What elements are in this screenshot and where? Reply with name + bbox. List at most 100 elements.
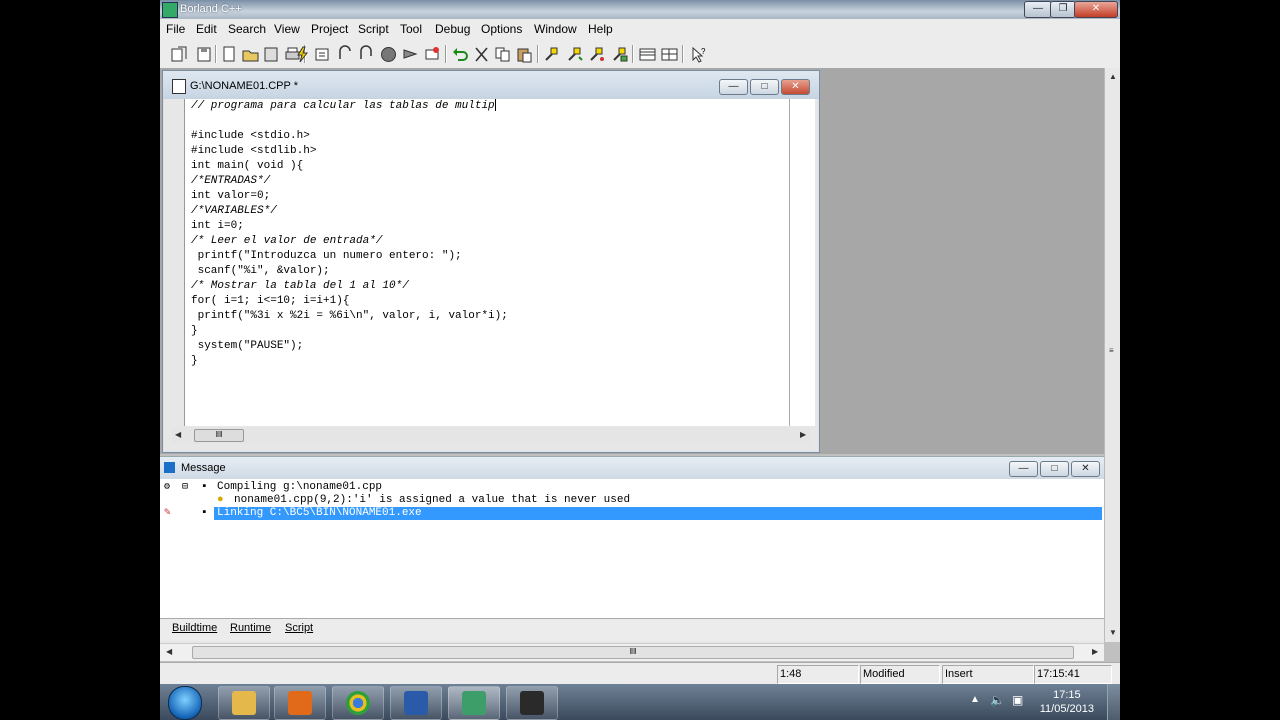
maximize-button[interactable]: ❐ (1050, 1, 1076, 18)
menu-options[interactable]: Options (481, 22, 522, 36)
run-to-icon[interactable] (400, 44, 421, 65)
code-line: int i=0; (191, 220, 244, 232)
open-file-icon[interactable] (240, 44, 261, 65)
editor-vertical-scrollbar[interactable] (789, 99, 815, 426)
message-title: Message (181, 462, 226, 474)
workspace-vertical-scrollbar[interactable]: ▲ ≡ ▼ (1104, 68, 1120, 642)
list-item-selected[interactable]: Linking C:\BC5\BIN\NONAME01.exe (214, 507, 1102, 520)
editor-window: G:\NONAME01.CPP * — □ ✕ // programa para… (162, 70, 820, 453)
view-project-icon[interactable] (659, 44, 680, 65)
tab-script[interactable]: Script (285, 622, 313, 637)
menu-search[interactable]: Search (228, 22, 266, 36)
menu-view[interactable]: View (274, 22, 300, 36)
explorer-taskbar-button[interactable] (218, 686, 270, 720)
message-minimize-button[interactable]: — (1009, 461, 1038, 477)
code-line: } (191, 325, 198, 337)
tab-buildtime[interactable]: Buildtime (172, 622, 217, 637)
menu-edit[interactable]: Edit (196, 22, 217, 36)
scroll-left-icon[interactable]: ◀ (166, 647, 172, 656)
volume-icon[interactable]: 🔈 (990, 693, 1005, 707)
new-file-icon[interactable] (219, 44, 240, 65)
show-hidden-icons-icon[interactable]: ▲ (970, 694, 980, 705)
code-line: scanf("%i", &valor); (191, 265, 330, 277)
browse-icon[interactable] (609, 44, 630, 65)
chrome-icon (346, 691, 370, 715)
editor-minimize-button[interactable]: — (719, 79, 748, 95)
tab-runtime[interactable]: Runtime (230, 622, 271, 637)
open-project-icon[interactable] (169, 44, 190, 65)
view-classes-icon[interactable] (637, 44, 658, 65)
system-tray: ▲ 🔈 ▣ 17:15 11/05/2013 (960, 684, 1120, 720)
scroll-right-icon[interactable]: ▶ (1092, 647, 1098, 656)
collapse-icon[interactable]: ⊟ (182, 481, 188, 494)
code-editor[interactable]: // programa para calcular las tablas de … (184, 99, 789, 426)
help-pointer-icon[interactable]: ? (688, 44, 709, 65)
editor-title-bar[interactable]: G:\NONAME01.CPP * — □ ✕ (163, 71, 819, 99)
code-line: /* Mostrar la tabla del 1 al 10*/ (191, 280, 409, 292)
message-close-button[interactable]: ✕ (1071, 461, 1100, 477)
menu-debug[interactable]: Debug (435, 22, 470, 36)
menu-bar: File Edit Search View Project Script Too… (160, 19, 1120, 41)
cut-icon[interactable] (471, 44, 492, 65)
editor-maximize-button[interactable]: □ (750, 79, 779, 95)
toolbar-separator (682, 45, 684, 63)
toolbar-separator (632, 45, 634, 63)
undo-icon[interactable] (450, 44, 471, 65)
compile-icon[interactable] (312, 44, 333, 65)
menu-help[interactable]: Help (588, 22, 613, 36)
list-item[interactable]: Compiling g:\noname01.cpp (217, 481, 382, 494)
start-button[interactable] (168, 686, 202, 720)
taskbar: ▲ 🔈 ▣ 17:15 11/05/2013 (160, 684, 1120, 720)
close-button[interactable]: ✕ (1074, 1, 1118, 18)
code-line-text: // programa para calcular las tablas de … (191, 100, 495, 112)
replace-icon[interactable] (586, 44, 607, 65)
code-line: printf("Introduzca un numero entero: "); (191, 250, 462, 262)
clock[interactable]: 17:15 11/05/2013 (1040, 688, 1094, 716)
editor-horizontal-scrollbar[interactable]: ◀ ‖‖ ▶ (172, 427, 810, 444)
message-maximize-button[interactable]: □ (1040, 461, 1069, 477)
scroll-left-icon[interactable]: ◀ (175, 430, 181, 439)
menu-script[interactable]: Script (358, 22, 389, 36)
menu-project[interactable]: Project (311, 22, 348, 36)
debug-tool-icon[interactable] (422, 44, 443, 65)
menu-window[interactable]: Window (534, 22, 577, 36)
trace-into-icon[interactable] (356, 44, 377, 65)
breakpoint-icon[interactable] (378, 44, 399, 65)
app-title-bar[interactable]: Borland C++ — ❐ ✕ (160, 0, 1120, 19)
chrome-taskbar-button[interactable] (332, 686, 384, 720)
borland-taskbar-button[interactable] (448, 686, 500, 720)
scroll-grip-icon[interactable]: ≡ (1109, 346, 1114, 355)
scroll-thumb[interactable]: ‖‖ (192, 646, 1074, 659)
menu-file[interactable]: File (166, 22, 185, 36)
media-player-taskbar-button[interactable] (274, 686, 326, 720)
minimize-button[interactable]: — (1024, 1, 1052, 18)
code-line: #include <stdio.h> (191, 130, 310, 142)
make-icon[interactable] (292, 44, 313, 65)
editor-close-button[interactable]: ✕ (781, 79, 810, 95)
network-icon[interactable]: ▣ (1012, 693, 1023, 707)
search-icon[interactable] (541, 44, 562, 65)
paste-icon[interactable] (514, 44, 535, 65)
save-file-icon[interactable] (261, 44, 282, 65)
word-taskbar-button[interactable] (390, 686, 442, 720)
scroll-thumb[interactable]: ‖‖ (194, 429, 244, 442)
message-window: Message — □ ✕ ⚙ ⊟ ▪ Compiling g:\noname0… (160, 456, 1104, 661)
code-line: int main( void ){ (191, 160, 304, 172)
camtasia-taskbar-button[interactable] (506, 686, 558, 720)
save-project-icon[interactable] (194, 44, 215, 65)
copy-icon[interactable] (492, 44, 513, 65)
scroll-right-icon[interactable]: ▶ (800, 430, 806, 439)
message-title-bar[interactable]: Message — □ ✕ (160, 457, 1104, 479)
menu-tool[interactable]: Tool (400, 22, 422, 36)
code-line: /*ENTRADAS*/ (191, 175, 271, 187)
list-item[interactable]: noname01.cpp(9,2):'i' is assigned a valu… (234, 494, 630, 507)
scroll-up-icon[interactable]: ▲ (1109, 72, 1117, 81)
message-horizontal-scrollbar[interactable]: ◀ ‖‖ ▶ (160, 643, 1104, 661)
borland-app-icon (162, 2, 178, 18)
show-desktop-button[interactable] (1107, 684, 1120, 720)
step-over-icon[interactable] (335, 44, 356, 65)
search-again-icon[interactable] (564, 44, 585, 65)
scroll-down-icon[interactable]: ▼ (1109, 628, 1117, 637)
message-list[interactable]: ⚙ ⊟ ▪ Compiling g:\noname01.cpp ● noname… (160, 479, 1104, 618)
text-caret (494, 99, 496, 112)
